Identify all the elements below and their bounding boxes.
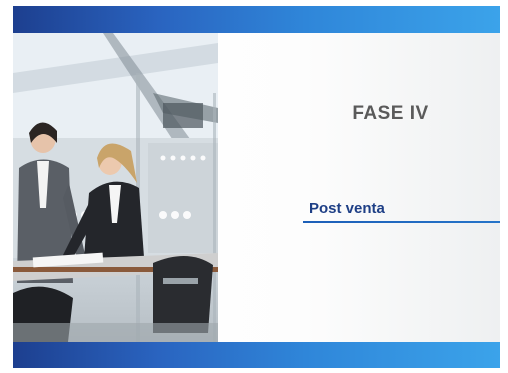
photo-illustration bbox=[13, 33, 218, 342]
top-banner bbox=[13, 6, 500, 33]
office-meeting-photo bbox=[13, 33, 218, 342]
bottom-banner bbox=[13, 342, 500, 368]
presentation-slide: FASE IV Post venta bbox=[13, 6, 500, 368]
slide-title: FASE IV bbox=[352, 103, 429, 124]
subtitle-underline bbox=[303, 221, 500, 223]
slide-subtitle: Post venta bbox=[309, 200, 385, 217]
